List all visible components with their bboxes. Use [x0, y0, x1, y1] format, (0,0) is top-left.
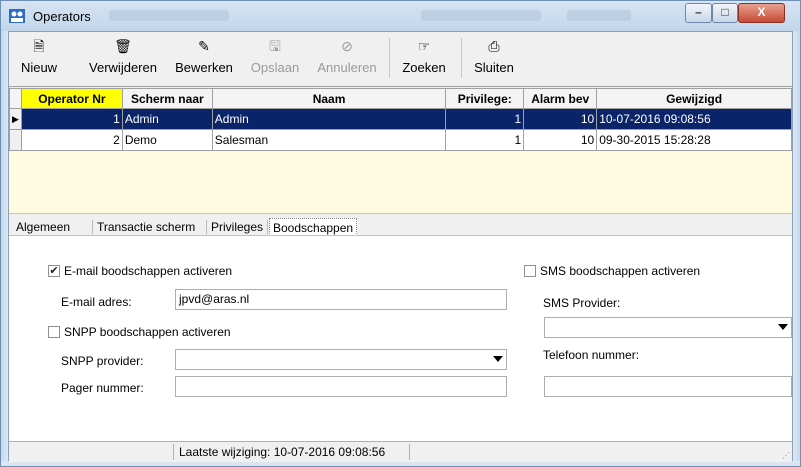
column-header-operator-nr[interactable]: Operator Nr: [20, 88, 123, 109]
maximize-button[interactable]: □: [712, 3, 738, 23]
close-button[interactable]: ⎙ Sluiten: [471, 36, 517, 82]
save-label: Opslaan: [250, 60, 300, 75]
status-bar: Laatste wijziging: 10-07-2016 09:08:56 ⋰: [9, 441, 792, 462]
cell-privilege[interactable]: 1: [445, 129, 525, 151]
edit-icon: ✎: [198, 38, 210, 54]
maximize-icon: □: [721, 5, 729, 19]
tab-strip: Algemeen Transactie scherm Privileges Bo…: [9, 214, 792, 240]
cell-privilege[interactable]: 1: [445, 108, 525, 130]
column-header-privilege[interactable]: Privilege:: [445, 88, 525, 109]
operators-table: Operator Nr Scherm naar Naam Privilege: …: [9, 88, 792, 151]
cell-name[interactable]: Salesman: [211, 129, 447, 151]
table-row[interactable]: ▶ 1 Admin Admin 1 10 10-07-2016 09:08:56: [9, 108, 792, 130]
trash-icon: 🗑: [114, 38, 132, 54]
app-icon: [9, 9, 25, 23]
toolbar: 🗎 Nieuw 🗑 Verwijderen ✎ Bewerken 🖫 Opsla…: [9, 32, 792, 87]
table-header-row: Operator Nr Scherm naar Naam Privilege: …: [9, 88, 792, 109]
search-label: Zoeken: [402, 60, 446, 75]
cell-screen[interactable]: Admin: [121, 108, 213, 130]
chevron-down-icon[interactable]: [778, 324, 788, 330]
email-enable-label: E-mail boodschappen activeren: [64, 264, 233, 278]
window-frame-left: [1, 31, 8, 461]
edit-button[interactable]: ✎ Bewerken: [171, 36, 237, 82]
column-header-screen[interactable]: Scherm naar: [121, 88, 213, 109]
messages-panel: ✔ E-mail boodschappen activeren E-mail a…: [9, 235, 792, 441]
row-indicator: [9, 129, 22, 151]
sms-provider-select[interactable]: [544, 317, 792, 338]
delete-button[interactable]: 🗑 Verwijderen: [81, 36, 165, 82]
printer-icon: ⎙: [488, 38, 500, 54]
column-header-alarm[interactable]: Alarm bev: [523, 88, 598, 109]
row-indicator-icon: ▶: [9, 108, 22, 130]
cancel-icon: ⊘: [341, 38, 353, 54]
tab-privileges[interactable]: Privileges: [208, 218, 266, 236]
delete-label: Verwijderen: [89, 60, 157, 75]
tab-separator: [267, 220, 268, 234]
new-document-icon: 🗎: [33, 38, 45, 54]
status-segment: [409, 444, 410, 460]
sms-enable-checkbox[interactable]: [524, 265, 536, 277]
sms-enable-label: SMS boodschappen activeren: [540, 264, 701, 278]
snpp-provider-select[interactable]: [175, 349, 507, 370]
cell-alarm[interactable]: 10: [523, 129, 598, 151]
window-title: Operators: [33, 9, 91, 24]
status-segment: [9, 444, 174, 460]
sms-provider-label: SMS Provider:: [543, 296, 621, 310]
phone-number-input[interactable]: [544, 376, 792, 397]
cell-alarm[interactable]: 10: [523, 108, 598, 130]
operators-grid: Operator Nr Scherm naar Naam Privilege: …: [9, 88, 792, 269]
edit-label: Bewerken: [175, 60, 233, 75]
column-header-name[interactable]: Naam: [211, 88, 447, 109]
minimize-icon: –: [695, 5, 702, 19]
client-area: 🗎 Nieuw 🗑 Verwijderen ✎ Bewerken 🖫 Opsla…: [8, 31, 793, 462]
cancel-button[interactable]: ⊘ Annuleren: [315, 36, 379, 82]
save-button[interactable]: 🖫 Opslaan: [247, 36, 303, 82]
pager-number-label: Pager nummer:: [61, 381, 144, 395]
cell-name[interactable]: Admin: [211, 108, 447, 130]
pager-number-input[interactable]: [175, 376, 507, 397]
row-indicator-header: [9, 88, 22, 109]
tab-transaction-screen[interactable]: Transactie scherm: [94, 218, 198, 236]
search-icon: ☞: [417, 38, 431, 54]
tab-separator: [92, 220, 93, 234]
toolbar-separator: [461, 38, 462, 78]
window-frame-right: [793, 31, 800, 461]
resize-grip-icon[interactable]: ⋰: [782, 451, 790, 460]
email-address-input[interactable]: jpvd@aras.nl: [175, 289, 507, 310]
last-change-status: Laatste wijziging: 10-07-2016 09:08:56: [179, 445, 386, 459]
operators-window: Operators – □ X 🗎 Nieuw 🗑 Verwijderen ✎ …: [0, 0, 801, 467]
chevron-down-icon[interactable]: [493, 356, 503, 362]
close-icon: X: [757, 5, 766, 19]
new-button[interactable]: 🗎 Nieuw: [17, 36, 61, 82]
save-icon: 🖫: [269, 38, 281, 54]
cell-modified[interactable]: 10-07-2016 09:08:56: [596, 108, 792, 130]
title-bar: Operators – □ X: [1, 1, 800, 31]
cell-operator-nr[interactable]: 2: [20, 129, 123, 151]
search-button[interactable]: ☞ Zoeken: [399, 36, 449, 82]
close-label: Sluiten: [474, 60, 514, 75]
blurred-title-segment: [421, 10, 541, 21]
close-window-button[interactable]: X: [738, 3, 785, 23]
cell-operator-nr[interactable]: 1: [20, 108, 123, 130]
tab-separator: [206, 220, 207, 234]
new-label: Nieuw: [20, 60, 58, 75]
cancel-label: Annuleren: [317, 60, 377, 75]
phone-number-label: Telefoon nummer:: [543, 348, 640, 362]
snpp-provider-label: SNPP provider:: [61, 354, 144, 368]
snpp-enable-label: SNPP boodschappen activeren: [64, 325, 231, 339]
toolbar-separator: [389, 38, 390, 78]
minimize-button[interactable]: –: [685, 3, 712, 23]
cell-modified[interactable]: 09-30-2015 15:28:28: [596, 129, 792, 151]
table-row[interactable]: 2 Demo Salesman 1 10 09-30-2015 15:28:28: [9, 129, 792, 151]
tab-general[interactable]: Algemeen: [13, 218, 73, 236]
blurred-title-segment: [567, 10, 631, 21]
email-enable-checkbox[interactable]: ✔: [48, 265, 60, 277]
snpp-enable-checkbox[interactable]: [48, 326, 60, 338]
column-header-modified[interactable]: Gewijzigd: [596, 88, 792, 109]
blurred-title-segment: [109, 10, 229, 21]
cell-screen[interactable]: Demo: [121, 129, 213, 151]
email-address-label: E-mail adres:: [61, 295, 132, 309]
